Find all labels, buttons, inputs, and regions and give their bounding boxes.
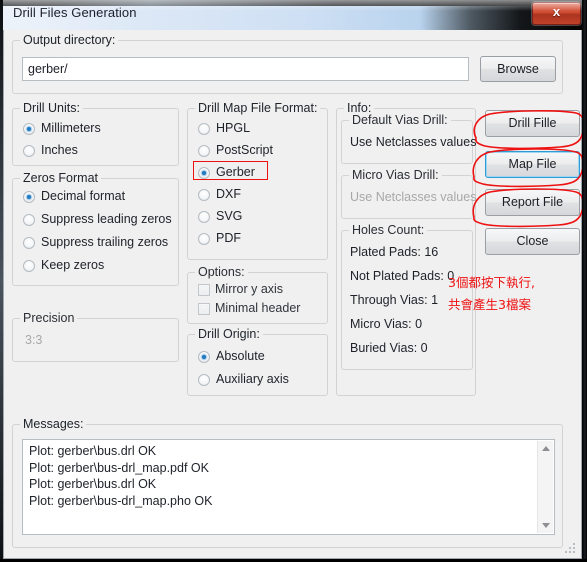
messages-group: Messages: Plot: gerber\bus.drl OK Plot: …	[12, 417, 563, 548]
default-vias-drill-value: Use Netclasses values	[350, 135, 477, 149]
drill-units-legend: Drill Units:	[20, 101, 83, 115]
radio-pdf-dot	[198, 233, 210, 245]
radio-inches-label: Inches	[41, 143, 78, 157]
holes-count-micro-vias: Micro Vias: 0	[350, 317, 423, 331]
radio-suppress-leading-zeros-label: Suppress leading zeros	[41, 212, 172, 226]
zeros-format-legend: Zeros Format	[20, 171, 102, 185]
drill-origin-group: Drill Origin: Absolute Auxiliary axis	[187, 327, 328, 396]
holes-count-not-plated-pads: Not Plated Pads: 0	[350, 269, 455, 283]
radio-inches-dot	[23, 145, 35, 157]
report-file-button[interactable]: Report File	[485, 189, 580, 216]
drill-map-format-legend: Drill Map File Format:	[195, 101, 321, 115]
browse-button[interactable]: Browse	[480, 56, 556, 82]
precision-group: Precision 3:3	[12, 311, 179, 362]
radio-hpgl-label: HPGL	[216, 121, 251, 135]
holes-count-buried-vias: Buried Vias: 0	[350, 341, 428, 355]
radio-svg-label: SVG	[216, 209, 243, 223]
output-directory-input[interactable]	[22, 57, 469, 81]
default-vias-drill-legend: Default Vias Drill:	[349, 113, 451, 127]
radio-keep-zeros-label: Keep zeros	[41, 258, 105, 272]
options-legend: Options:	[195, 265, 248, 279]
holes-count-through-vias: Through Vias: 1	[350, 293, 439, 307]
radio-suppress-trailing-zeros-dot	[23, 237, 35, 249]
window-right-border	[582, 0, 587, 562]
scroll-down-icon[interactable]	[538, 518, 554, 533]
drill-units-group: Drill Units: Millimeters Inches	[12, 101, 179, 166]
micro-vias-drill-legend: Micro Vias Drill:	[349, 168, 442, 182]
map-file-button[interactable]: Map File	[485, 151, 580, 178]
close-dialog-button[interactable]: Close	[485, 228, 580, 255]
output-directory-legend: Output directory:	[20, 33, 119, 47]
radio-keep-zeros-dot	[23, 260, 35, 272]
default-vias-drill-group: Default Vias Drill: Use Netclasses value…	[341, 113, 477, 164]
radio-dxf-label: DXF	[216, 187, 241, 201]
radio-auxiliary-axis-label: Auxiliary axis	[216, 372, 289, 386]
radio-gerber-label: Gerber	[216, 165, 255, 179]
holes-count-plated-pads: Plated Pads: 16	[350, 245, 439, 259]
messages-scrollbar[interactable]	[537, 441, 553, 533]
checkbox-minimal-header-label: Minimal header	[215, 301, 301, 315]
radio-pdf-label: PDF	[216, 231, 241, 245]
window-left-border	[0, 0, 3, 562]
holes-count-legend: Holes Count:	[349, 223, 428, 237]
radio-hpgl-dot	[198, 123, 210, 135]
checkbox-mirror-y-axis-box	[198, 284, 210, 296]
radio-svg-dot	[198, 211, 210, 223]
options-group: Options: Mirror y axis Minimal header	[187, 265, 328, 324]
output-directory-group: Output directory: Browse	[12, 33, 563, 94]
radio-absolute-dot	[198, 351, 210, 363]
radio-millimeters-dot	[23, 123, 35, 135]
radio-dxf-dot	[198, 189, 210, 201]
radio-suppress-trailing-zeros-label: Suppress trailing zeros	[41, 235, 169, 249]
drill-file-button[interactable]: Drill Fille	[485, 110, 580, 137]
drill-files-generation-window: Drill Files Generation x Output director…	[0, 0, 587, 562]
radio-absolute-label: Absolute	[216, 349, 265, 363]
radio-postscript-label: PostScript	[216, 143, 273, 157]
precision-legend: Precision	[20, 311, 78, 325]
radio-auxiliary-axis-dot	[198, 374, 210, 386]
annotation-note-line1: 3個都按下執行,	[448, 275, 535, 290]
radio-decimal-format-dot	[23, 191, 35, 203]
precision-value: 3:3	[25, 333, 43, 347]
drill-map-format-group: Drill Map File Format: HPGL PostScript G…	[187, 101, 328, 260]
close-icon[interactable]: x	[532, 2, 581, 25]
radio-postscript-dot	[198, 145, 210, 157]
checkbox-mirror-y-axis-label: Mirror y axis	[215, 282, 284, 296]
messages-textarea[interactable]: Plot: gerber\bus.drl OK Plot: gerber\bus…	[22, 439, 555, 535]
window-titlebar: Drill Files Generation x	[0, 0, 587, 30]
annotation-note-line2: 共會產生3檔案	[448, 297, 531, 312]
radio-gerber-dot	[198, 167, 210, 179]
radio-decimal-format-label: Decimal format	[41, 189, 126, 203]
close-button-label: x	[552, 4, 561, 19]
info-group: Info: Default Vias Drill: Use Netclasses…	[336, 101, 477, 396]
checkbox-minimal-header-box	[198, 303, 210, 315]
window-title: Drill Files Generation	[13, 5, 137, 20]
drill-origin-legend: Drill Origin:	[195, 327, 263, 341]
radio-suppress-leading-zeros-dot	[23, 214, 35, 226]
scroll-up-icon[interactable]	[538, 441, 554, 456]
dialog-client-area: Output directory: Browse Drill Units: Mi…	[3, 30, 582, 559]
resize-grip[interactable]	[565, 543, 577, 555]
radio-millimeters-label: Millimeters	[41, 121, 101, 135]
micro-vias-drill-group: Micro Vias Drill: Use Netclasses values	[341, 168, 477, 219]
zeros-format-group: Zeros Format Decimal format Suppress lea…	[12, 171, 179, 286]
messages-content: Plot: gerber\bus.drl OK Plot: gerber\bus…	[29, 444, 213, 508]
micro-vias-drill-value: Use Netclasses values	[350, 190, 477, 204]
messages-legend: Messages:	[20, 417, 87, 431]
